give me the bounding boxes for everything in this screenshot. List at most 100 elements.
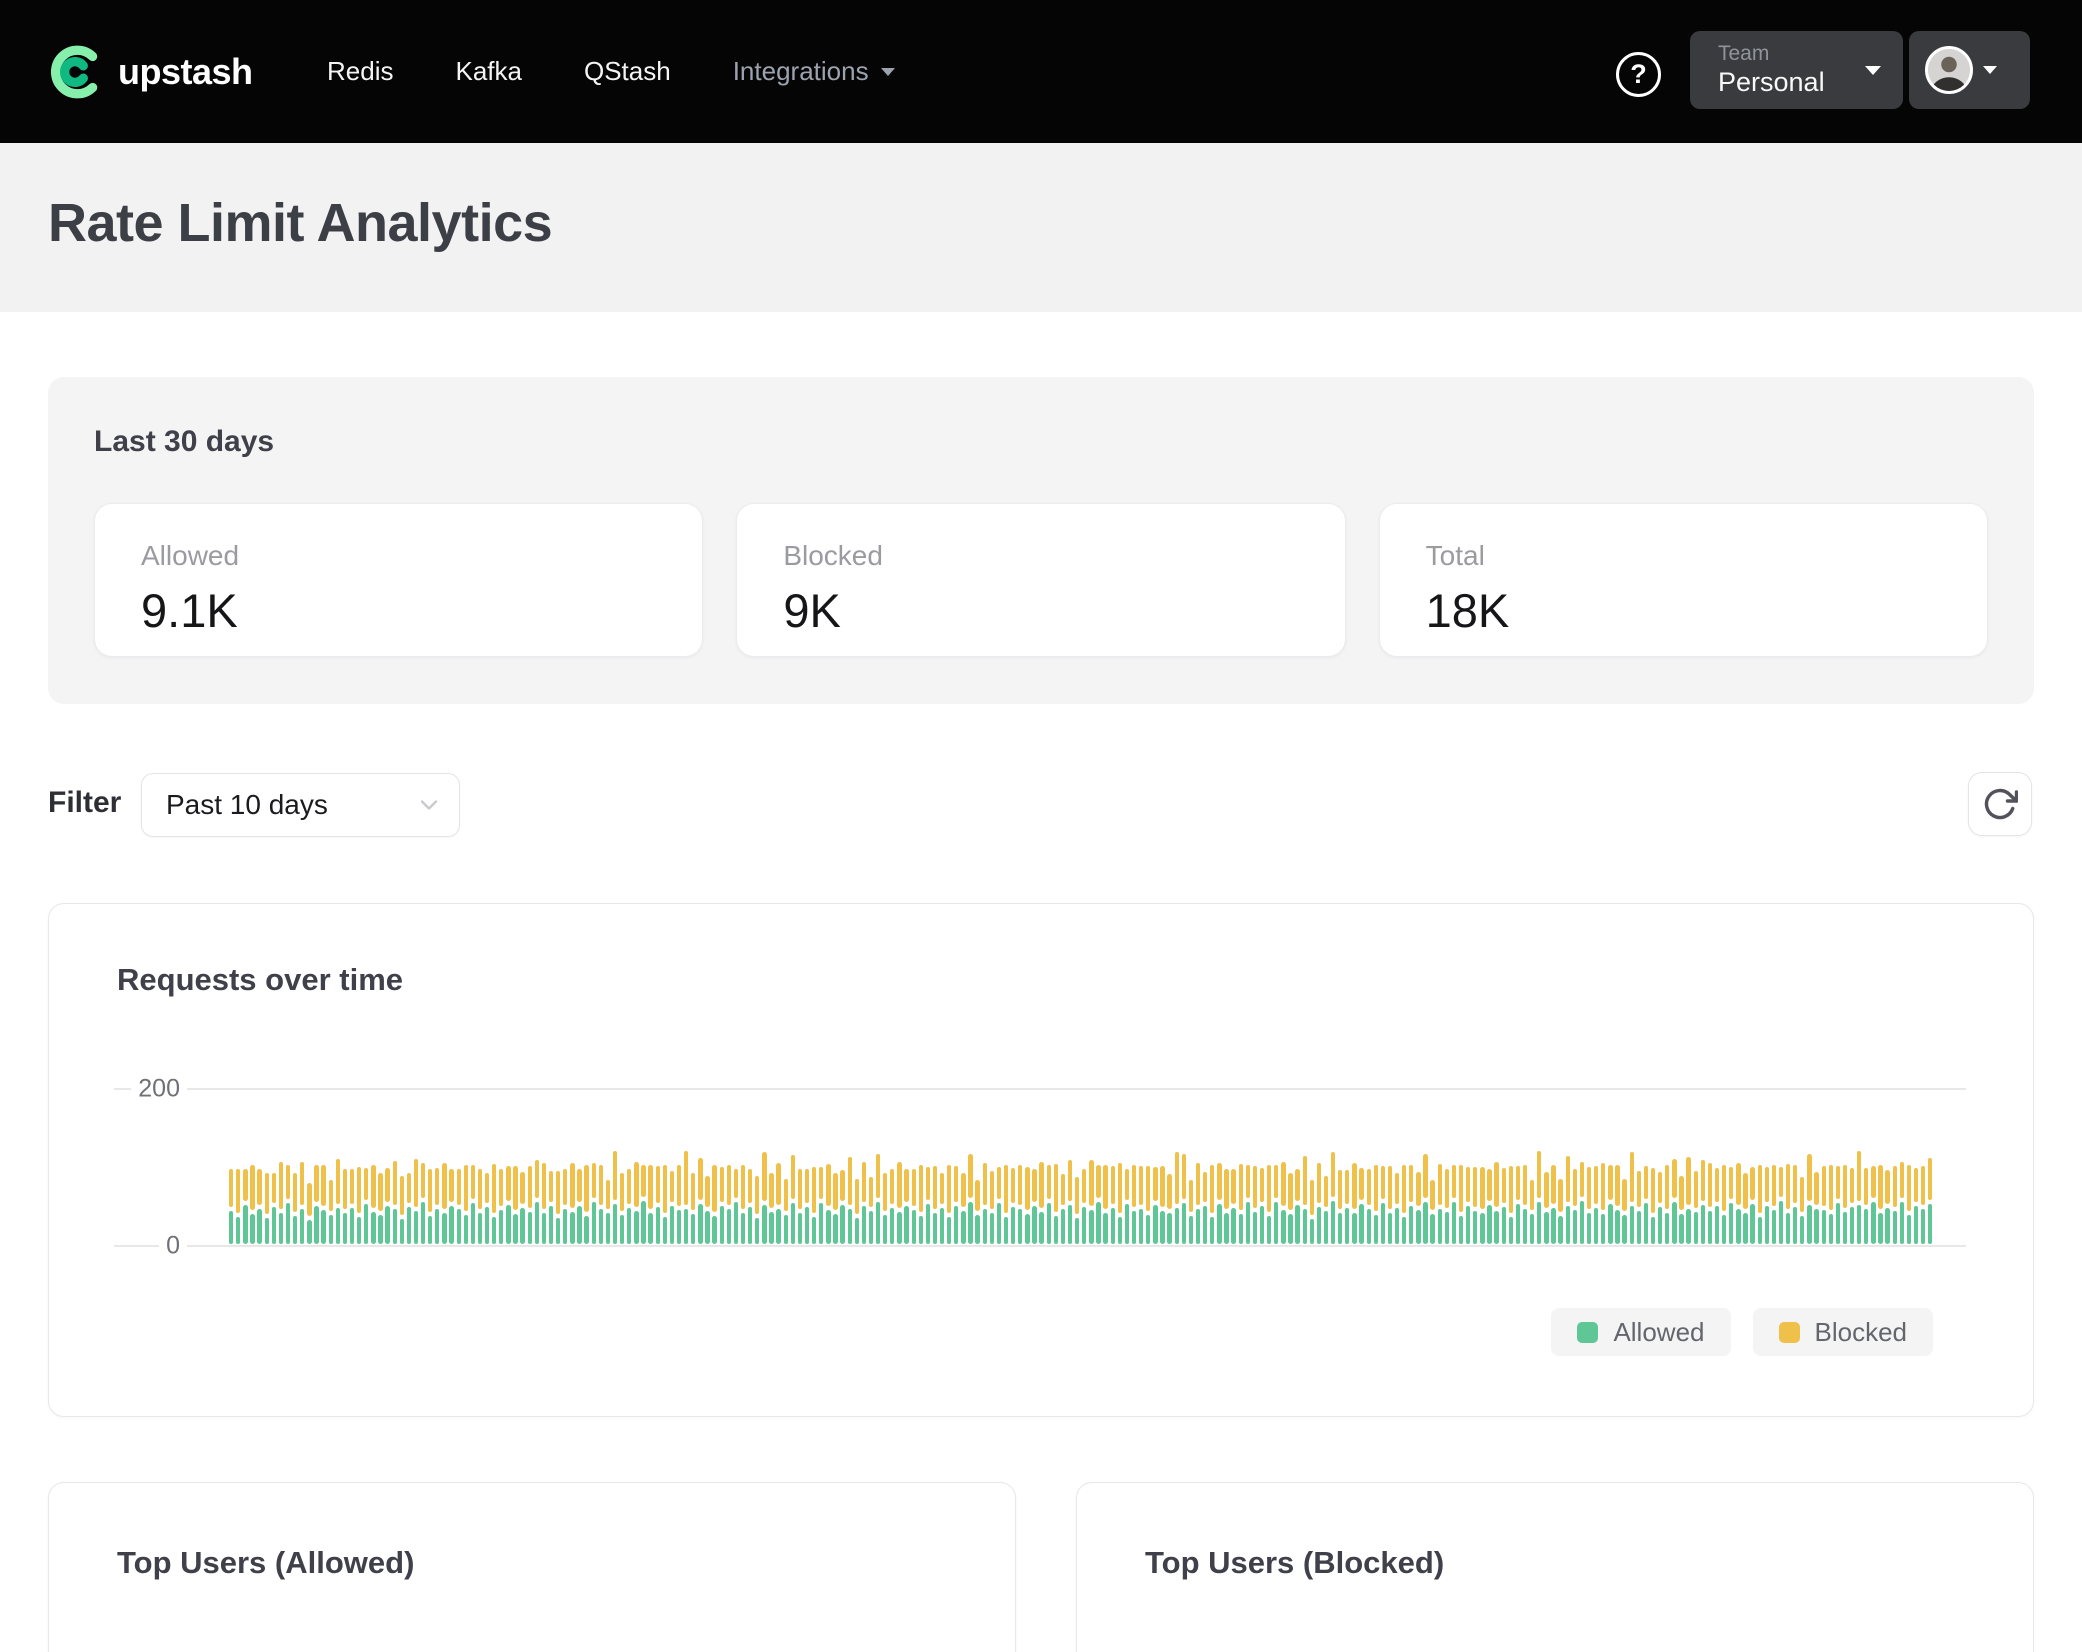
bar [776,1163,780,1244]
bar [599,1165,603,1244]
refresh-button[interactable] [1968,772,2032,836]
top-nav: upstash Redis Kafka QStash Integrations … [0,0,2082,143]
upstash-brand[interactable]: upstash [46,0,253,143]
bar [1182,1154,1186,1244]
bar [1800,1177,1804,1244]
bar [798,1169,802,1244]
top-users-blocked-card: Top Users (Blocked) [1076,1482,2034,1652]
bar [1089,1160,1093,1244]
bar [883,1173,887,1244]
bar [769,1173,773,1244]
bar [1388,1166,1392,1244]
bar [478,1169,482,1244]
bar [1032,1169,1036,1244]
filter-label: Filter [48,786,121,820]
bar [1743,1173,1747,1245]
bar [400,1176,404,1244]
bar [712,1165,716,1244]
bar [1324,1176,1328,1244]
bar [606,1180,610,1244]
bar [940,1173,944,1245]
help-button[interactable]: ? [1616,52,1661,97]
bar [1139,1166,1143,1244]
stat-card-total: Total 18K [1379,503,1988,657]
bar [1864,1168,1868,1244]
bar [819,1167,823,1244]
bar [385,1168,389,1244]
nav-item-kafka[interactable]: Kafka [455,56,522,87]
bar [1438,1164,1442,1244]
bar [897,1162,901,1244]
bar [471,1165,475,1244]
bar [1374,1165,1378,1244]
bar [542,1163,546,1244]
bar [464,1165,468,1244]
bar [912,1169,916,1244]
account-menu[interactable] [1909,31,2030,109]
bar [1715,1168,1719,1244]
bar [677,1165,681,1244]
blocked-swatch-icon [1779,1322,1800,1343]
bar [1381,1166,1385,1244]
bar [499,1169,503,1244]
nav-item-qstash[interactable]: QStash [584,56,671,87]
bar [1409,1165,1413,1244]
bar [748,1169,752,1244]
bar [336,1159,340,1244]
bar [1246,1165,1250,1244]
upstash-logo-icon [46,43,104,101]
bar [1217,1163,1221,1244]
bar [1793,1165,1797,1244]
stat-label: Blocked [783,538,1298,574]
bar [1672,1159,1676,1244]
bar [1416,1172,1420,1244]
nav-item-redis[interactable]: Redis [327,56,393,87]
bar [791,1155,795,1244]
bar [1594,1166,1598,1244]
bar [1239,1164,1243,1244]
bar [620,1173,624,1244]
bar [755,1176,759,1244]
bar [1367,1169,1371,1244]
legend-item-allowed[interactable]: Allowed [1551,1308,1730,1356]
bar [1573,1169,1577,1244]
bar [506,1166,510,1244]
bar [670,1171,674,1244]
team-switcher[interactable]: Team Personal [1690,31,1903,109]
bar [1466,1167,1470,1244]
bar [968,1154,972,1244]
stat-card-blocked: Blocked 9K [736,503,1345,657]
requests-over-time-card: Requests over time 200 0 Allowed Blocked [48,903,2034,1417]
chevron-down-icon [415,791,443,819]
time-range-select[interactable]: Past 10 days [141,773,460,837]
bar [1153,1167,1157,1244]
bar [1317,1163,1321,1244]
bar [1352,1163,1356,1244]
bar [1111,1166,1115,1244]
nav-item-integrations[interactable]: Integrations [733,56,895,87]
bar [1502,1168,1506,1244]
bar [421,1163,425,1244]
legend-item-blocked[interactable]: Blocked [1753,1308,1934,1356]
bar [1480,1167,1484,1244]
bar [279,1162,283,1244]
bar [1338,1170,1342,1244]
bar [1196,1163,1200,1244]
legend-label: Blocked [1815,1317,1908,1348]
bar [307,1183,311,1244]
brand-name: upstash [118,51,253,93]
bar [720,1167,724,1244]
bar [570,1163,574,1244]
bar [691,1173,695,1244]
bar [1829,1165,1833,1244]
question-mark-icon: ? [1630,59,1647,90]
bar [592,1163,596,1244]
bar [1765,1167,1769,1244]
bar [300,1162,304,1244]
bar [371,1165,375,1244]
bar [1423,1154,1427,1244]
stat-value: 9.1K [141,580,656,642]
chart-bars [229,1109,1933,1244]
bar [428,1169,432,1244]
stat-card-allowed: Allowed 9.1K [94,503,703,657]
